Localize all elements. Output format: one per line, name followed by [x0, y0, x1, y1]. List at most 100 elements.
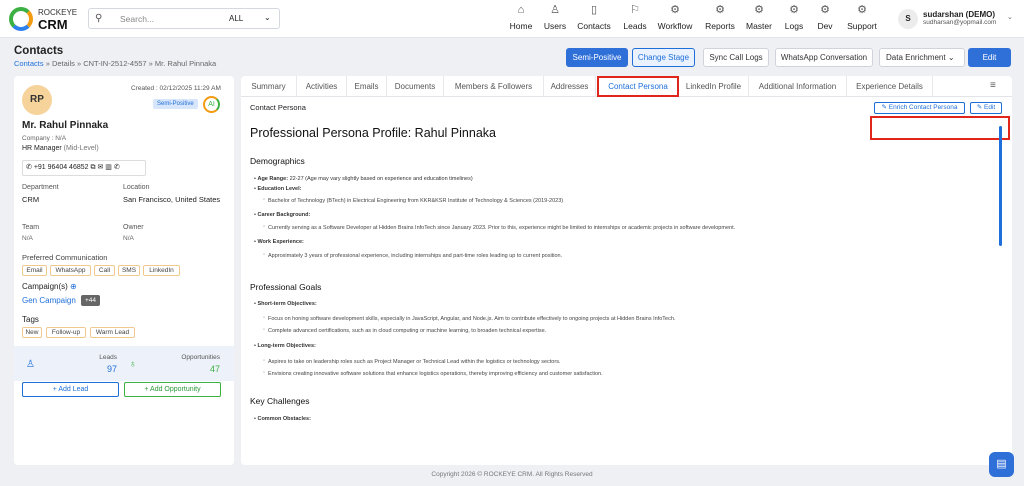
status-badge: Semi-Positive: [153, 99, 198, 109]
campaign-link[interactable]: Gen Campaign: [22, 296, 76, 305]
preferred-communication-label: Preferred Communication: [22, 253, 108, 262]
phone-number[interactable]: +91 96404 46852: [34, 164, 89, 171]
opportunities-label: Opportunities: [181, 354, 220, 361]
long-term-item: • Long-term Objectives:: [254, 343, 316, 349]
bullet: ◦: [263, 224, 266, 230]
opportunities-count: 47: [209, 364, 220, 374]
long-term-1: Aspires to take on leadership roles such…: [268, 359, 561, 365]
tab-documents[interactable]: Documents: [387, 76, 444, 97]
persona-actions-highlight: [870, 116, 1010, 140]
phone-actions-bar: ✆ +91 96404 46852 ⧉ ✉ ▥ ✆: [22, 160, 146, 176]
enrich-contact-persona-button[interactable]: ✎ Enrich Contact Persona: [874, 102, 965, 114]
tab-linkedin-profile[interactable]: LinkedIn Profile: [679, 76, 749, 97]
role-text: HR Manager: [22, 145, 62, 152]
career-value: Currently serving as a Software Develope…: [268, 225, 736, 231]
tag-warm-lead[interactable]: Warm Lead: [90, 327, 135, 338]
add-opportunity-button[interactable]: + Add Opportunity: [124, 382, 221, 397]
short-label: Short-term Objectives:: [257, 301, 317, 307]
change-stage-button[interactable]: Change Stage: [632, 48, 695, 67]
enrich-label: Enrich Contact Persona: [888, 104, 958, 111]
tag-follow-up[interactable]: Follow-up: [46, 327, 86, 338]
tab-emails[interactable]: Emails: [347, 76, 387, 97]
rockeye-logo-icon[interactable]: [9, 7, 33, 31]
tab-members-followers[interactable]: Members & Followers: [444, 76, 544, 97]
tab-addresses[interactable]: Addresses: [544, 76, 596, 97]
tab-contact-persona[interactable]: Contact Persona: [597, 76, 679, 97]
whatsapp-conversation-button[interactable]: WhatsApp Conversation: [775, 48, 873, 67]
scrollbar[interactable]: [999, 126, 1002, 246]
bullet: ◦: [263, 315, 266, 321]
short-term-item: • Short-term Objectives:: [254, 301, 317, 307]
copy-icon[interactable]: ⧉: [90, 164, 95, 171]
demographics-heading: Demographics: [250, 156, 305, 166]
owner-value: N/A: [123, 235, 134, 242]
goals-heading: Professional Goals: [250, 282, 322, 292]
pref-call-tag[interactable]: Call: [94, 265, 115, 276]
age-label: Age Range:: [257, 176, 289, 182]
career-label: Career Background:: [257, 212, 311, 218]
add-lead-button[interactable]: + Add Lead: [22, 382, 119, 397]
search-input[interactable]: Search...: [120, 14, 154, 24]
tab-experience-details[interactable]: Experience Details: [847, 76, 933, 97]
user-name[interactable]: sudarshan (DEMO): [923, 10, 995, 19]
search-scope-select[interactable]: ALL: [229, 14, 243, 23]
nav-workflow[interactable]: ⚙ Workflow: [650, 4, 700, 31]
pref-whatsapp-tag[interactable]: WhatsApp: [50, 265, 91, 276]
edit-label: Edit: [984, 104, 996, 111]
data-enrichment-dropdown[interactable]: Data Enrichment ⌄: [879, 48, 965, 67]
tag-new[interactable]: New: [22, 327, 42, 338]
long-label: Long-term Objectives:: [257, 343, 316, 349]
persona-title: Professional Persona Profile: Rahul Pinn…: [250, 126, 496, 140]
user-menu-chevron-icon[interactable]: ⌄: [1007, 13, 1013, 21]
contact-avatar: RP: [22, 85, 52, 115]
pref-linkedin-tag[interactable]: LinkedIn: [143, 265, 180, 276]
obstacles-item: • Common Obstacles:: [254, 416, 311, 422]
bullet: ◦: [263, 370, 266, 376]
menu-icon[interactable]: ≡: [990, 80, 996, 91]
education-item: • Education Level:: [254, 186, 302, 192]
nav-support[interactable]: ⚙ Support: [837, 4, 887, 31]
pref-sms-tag[interactable]: SMS: [118, 265, 140, 276]
breadcrumb-contacts-link[interactable]: Contacts: [14, 59, 44, 68]
global-search[interactable]: ⚲ Search... ALL ⌄: [88, 8, 280, 29]
nav-label: Workflow: [657, 21, 693, 31]
whatsapp-icon[interactable]: ✆: [114, 164, 120, 171]
user-email: sudharsan@yopmail.com: [923, 19, 997, 26]
short-term-1: Focus on honing software development ski…: [268, 316, 676, 322]
add-campaign-icon[interactable]: ⊕: [70, 282, 77, 291]
pref-email-tag[interactable]: Email: [22, 265, 47, 276]
breadcrumb-rest: » Details » CNT-IN-2512-4557 » Mr. Rahul…: [45, 59, 217, 68]
leads-stat[interactable]: ♙ Leads 97: [22, 351, 117, 376]
tab-additional-information[interactable]: Additional Information: [749, 76, 847, 97]
brand-line1: ROCKEYE: [38, 8, 78, 17]
edit-persona-button[interactable]: ✎ Edit: [970, 102, 1002, 114]
tab-summary[interactable]: Summary: [241, 76, 297, 97]
bullet: ◦: [263, 252, 266, 258]
tab-activities[interactable]: Activities: [297, 76, 347, 97]
opportunities-stat[interactable]: ♁ Opportunities 47: [125, 351, 220, 376]
chevron-down-icon[interactable]: ⌄: [264, 13, 271, 22]
campaign-more-badge[interactable]: +44: [81, 295, 101, 306]
lightbulb-icon: ♁: [129, 359, 137, 370]
work-value: Approximately 3 years of professional ex…: [268, 253, 563, 259]
bullet: ◦: [263, 358, 266, 364]
campaigns-label-text: Campaign(s): [22, 282, 68, 291]
edu-label: Education Level:: [257, 186, 302, 192]
chart-icon[interactable]: ▥: [105, 164, 112, 171]
help-chat-icon[interactable]: ▤: [989, 452, 1014, 477]
top-bar: ROCKEYE CRM ⚲ Search... ALL ⌄ ⌂ Home ♙ User…: [0, 0, 1024, 38]
mail-icon[interactable]: ✉: [97, 164, 103, 171]
support-icon: ⚙: [857, 4, 867, 16]
department-value: CRM: [22, 195, 40, 204]
leads-label: Leads: [99, 354, 117, 361]
edit-contact-button[interactable]: Edit: [968, 48, 1011, 67]
tags-label: Tags: [22, 315, 39, 324]
user-avatar[interactable]: S: [898, 9, 918, 29]
ai-score-icon[interactable]: AI: [203, 96, 220, 113]
work-label: Work Experience:: [257, 239, 304, 245]
status-button[interactable]: Semi-Positive: [566, 48, 628, 67]
footer-copyright: Copyright 2026 © ROCKEYE CRM. All Rights…: [431, 471, 593, 478]
breadcrumb: Contacts » Details » CNT-IN-2512-4557 » …: [14, 59, 216, 68]
contact-company: Company : N/A: [22, 135, 67, 142]
sync-call-logs-button[interactable]: Sync Call Logs: [703, 48, 769, 67]
